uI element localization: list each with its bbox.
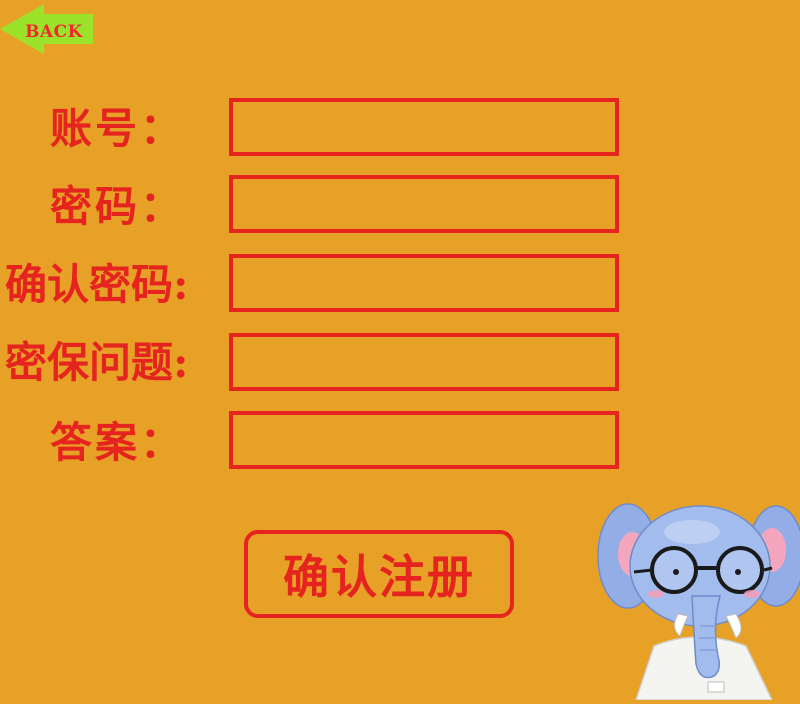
confirm-register-label: 确认注册	[283, 550, 475, 604]
confirm-register-button[interactable]: 确认注册	[244, 530, 514, 618]
password-label: 密码：	[50, 182, 186, 231]
account-input[interactable]	[229, 98, 619, 156]
back-label: BACK	[25, 22, 83, 42]
security-question-input[interactable]	[229, 333, 619, 391]
password-input[interactable]	[229, 175, 619, 233]
back-button[interactable]: BACK	[0, 4, 96, 54]
answer-input[interactable]	[229, 411, 619, 469]
elephant-mascot	[596, 496, 800, 701]
confirm-password-label: 确认密码:	[5, 260, 189, 309]
elephant-with-glasses-icon	[597, 503, 800, 701]
confirm-password-input[interactable]	[229, 254, 619, 312]
answer-label: 答案：	[50, 418, 186, 467]
account-label: 账号：	[50, 104, 186, 153]
register-screen: BACK 账号： 密码： 确认密码: 密保问题: 答案： 确认注册	[0, 0, 800, 701]
security-question-label: 密保问题:	[5, 338, 189, 387]
